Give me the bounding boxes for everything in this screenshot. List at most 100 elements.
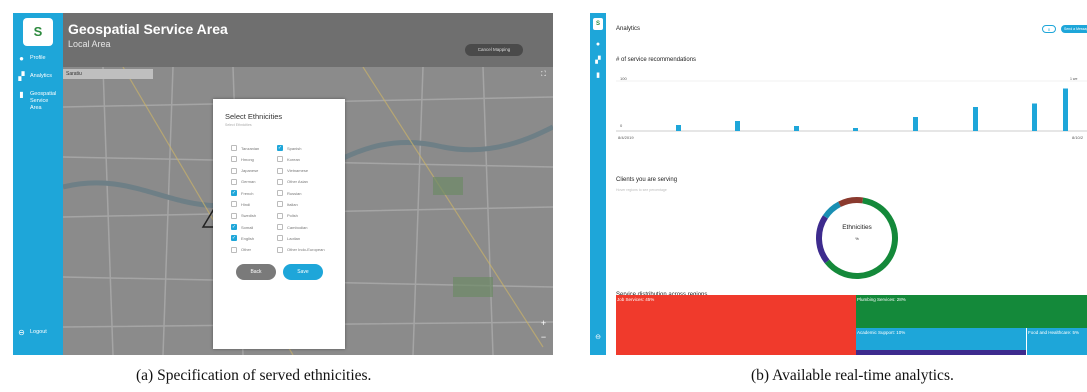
logout-label: Logout — [30, 329, 47, 335]
option-label: Cambodian — [287, 224, 308, 230]
option-label: Vietnamese — [287, 168, 309, 174]
ethnicity-option[interactable]: ✓ English — [231, 234, 259, 242]
sidebar-item-profile[interactable]: ● Profile — [17, 55, 46, 63]
sidebar-item-analytics[interactable]: ▞ Analytics — [17, 73, 52, 81]
notification-count-badge[interactable]: 0 — [1042, 25, 1056, 33]
checkbox[interactable] — [277, 167, 283, 174]
ethnicity-option[interactable]: Tanzanian — [231, 144, 259, 152]
sidebar-item-label: Profile — [30, 55, 46, 61]
option-label: Russian — [287, 190, 302, 196]
donut-slice[interactable] — [822, 201, 842, 219]
checkbox[interactable] — [277, 246, 283, 253]
fullscreen-icon[interactable]: ⛶ — [541, 71, 546, 79]
option-label: Laotian — [287, 235, 301, 241]
checkbox[interactable] — [231, 212, 237, 219]
recommendations-chart: 100 0 8/4/2019 8/10/2 — [616, 76, 1087, 140]
checkbox[interactable] — [231, 156, 237, 163]
ethnicity-option[interactable]: Cambodian — [277, 223, 325, 231]
chart-icon[interactable]: ▞ — [592, 56, 604, 64]
ethnicity-option[interactable]: ✓ Somali — [231, 223, 259, 231]
bar[interactable] — [794, 126, 799, 131]
option-label: Other Indo-European — [287, 247, 325, 253]
sidebar-item-geospatial[interactable]: ▮ Geospatial Service Area — [17, 91, 59, 112]
bar[interactable] — [735, 121, 740, 131]
option-label: Somali — [241, 224, 254, 230]
ethnicity-option[interactable]: Swedish — [231, 212, 259, 220]
ethnicity-option[interactable]: Other — [231, 246, 259, 254]
donut-slice[interactable] — [838, 197, 864, 207]
option-label: Other — [241, 247, 252, 253]
cancel-mapping-button[interactable]: Cancel Mapping — [465, 44, 523, 56]
checkbox[interactable] — [231, 167, 237, 174]
bar[interactable] — [1063, 88, 1068, 132]
ethnicity-option[interactable]: Hmong — [231, 155, 259, 163]
ethnicity-option[interactable]: Russian — [277, 189, 325, 197]
ethnicity-option[interactable]: Other Asian — [277, 178, 325, 186]
checkbox[interactable] — [231, 246, 237, 253]
sidebar-item-label: Geospatial Service Area — [30, 91, 57, 111]
checkbox[interactable] — [277, 178, 283, 185]
checkbox[interactable] — [277, 235, 283, 242]
geospatial-screen: S ● Profile ▞ Analytics ▮ Geospatial Ser… — [13, 13, 553, 355]
checkbox[interactable]: ✓ — [231, 224, 237, 231]
caption-b: (b) Available real-time analytics. — [751, 367, 954, 384]
checkbox[interactable]: ✓ — [277, 145, 283, 151]
logout-icon[interactable]: ⊖ — [592, 333, 604, 341]
zoom-out-button[interactable]: − — [539, 333, 548, 342]
checkbox[interactable] — [277, 212, 283, 219]
map-icon[interactable]: ▮ — [592, 71, 604, 79]
logout-button[interactable]: ⊖ Logout — [17, 329, 47, 337]
user-icon: ● — [19, 54, 24, 63]
bar[interactable] — [913, 117, 918, 131]
option-label: Japanese — [241, 168, 259, 174]
ethnicity-option[interactable]: Other Indo-European — [277, 246, 325, 254]
ethnicity-option[interactable]: Italian — [277, 200, 325, 208]
ethnicity-option[interactable]: Polish — [277, 212, 325, 220]
ethnicity-option[interactable]: Hindi — [231, 200, 259, 208]
ethnicity-option[interactable]: Laotian — [277, 234, 325, 242]
checkbox[interactable] — [231, 201, 237, 208]
user-icon[interactable]: ● — [592, 41, 604, 48]
map-location-label: Saratiu — [63, 69, 153, 79]
treemap-cell[interactable]: Job Services: 45% — [616, 295, 856, 355]
checkbox[interactable]: ✓ — [231, 190, 237, 197]
ethnicity-option[interactable]: ✓ Spanish — [277, 144, 325, 152]
checkbox[interactable] — [277, 201, 283, 208]
checkbox[interactable] — [277, 156, 283, 163]
ethnicity-option[interactable]: Vietnamese — [277, 167, 325, 175]
treemap-cell[interactable]: Food and Healthcare: 5% — [1027, 328, 1087, 355]
checkbox[interactable] — [231, 178, 237, 185]
treemap-cell[interactable]: Academic Support: 10% — [856, 328, 1026, 350]
bar[interactable] — [676, 125, 681, 131]
option-label: French — [241, 190, 254, 196]
option-label: Hmong — [241, 156, 254, 162]
option-label: English — [241, 235, 255, 241]
service-treemap[interactable]: Job Services: 45% Plumbing Services: 28% A… — [616, 295, 1087, 355]
treemap-cell[interactable]: Plumbing Services: 28% — [856, 295, 1087, 328]
zoom-in-button[interactable]: + — [539, 319, 548, 328]
ethnicity-option[interactable]: Japanese — [231, 167, 259, 175]
checkbox[interactable] — [277, 224, 283, 231]
page-title: Geospatial Service Area — [68, 21, 228, 37]
ethnicity-option[interactable]: German — [231, 178, 259, 186]
back-button[interactable]: Back — [236, 264, 276, 280]
bar[interactable] — [973, 107, 978, 131]
bar[interactable] — [853, 128, 858, 131]
ethnicity-option[interactable]: Korean — [277, 155, 325, 163]
checkbox[interactable] — [277, 190, 283, 197]
send-message-button[interactable]: Send a Message — [1061, 25, 1087, 33]
bar[interactable] — [1032, 103, 1037, 132]
app-logo[interactable]: S — [23, 18, 53, 46]
app-logo[interactable]: S — [593, 18, 603, 30]
sidebar: S ● ▞ ▮ ⊖ — [590, 13, 606, 355]
treemap-cell[interactable] — [856, 350, 1026, 355]
ethnicity-option[interactable]: ✓ French — [231, 189, 259, 197]
save-button[interactable]: Save — [283, 264, 323, 280]
recommendations-title: # of service recommendations — [616, 57, 697, 63]
ethnicity-options-left: Tanzanian Hmong Japanese German ✓ French Hindi… — [231, 144, 259, 257]
option-label: Other Asian — [287, 179, 308, 185]
checkbox[interactable]: ✓ — [231, 235, 237, 242]
checkbox[interactable] — [231, 145, 237, 151]
caption-a: (a) Specification of served ethnicities. — [136, 367, 372, 384]
sidebar: S ● Profile ▞ Analytics ▮ Geospatial Ser… — [13, 13, 63, 355]
